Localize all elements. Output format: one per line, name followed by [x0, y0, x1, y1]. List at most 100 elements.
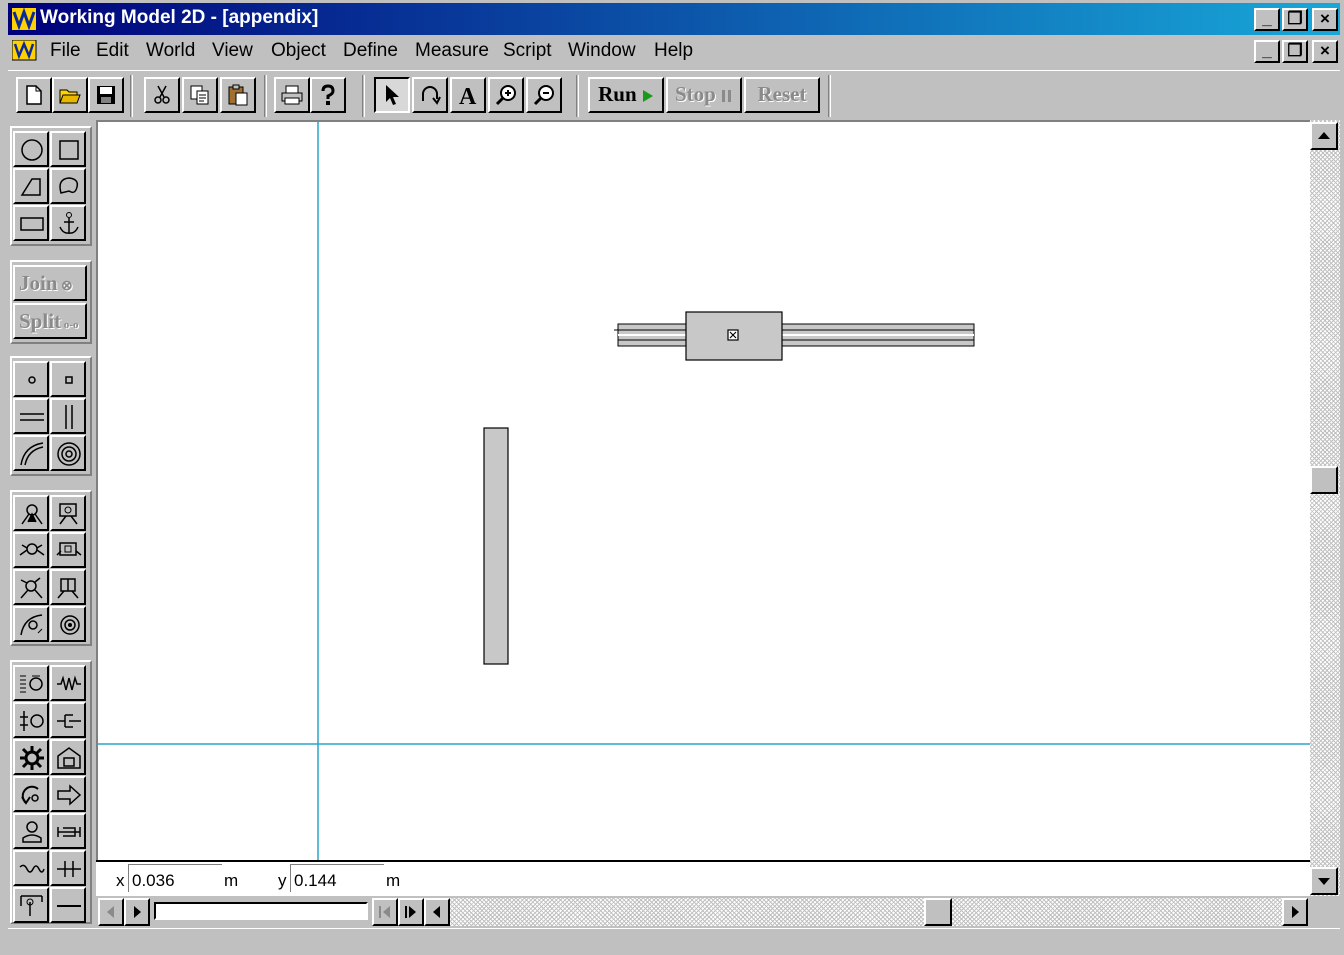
help-button[interactable] — [310, 77, 346, 113]
curved-body-tool[interactable] — [50, 168, 86, 204]
join-button[interactable]: Join ⊗ — [13, 265, 87, 301]
square-tool[interactable] — [50, 131, 86, 167]
arrow-left-icon — [433, 906, 440, 918]
spring-joint-tool[interactable] — [50, 606, 86, 642]
reset-button[interactable]: Reset — [744, 77, 820, 113]
pin-joint-tool[interactable] — [13, 495, 49, 531]
point-icon — [28, 376, 36, 384]
motor-icon — [22, 821, 42, 843]
close-button[interactable]: × — [1312, 8, 1338, 31]
toolbar: A Run Stop Reset — [8, 70, 1340, 120]
vertical-slot-tool[interactable] — [50, 398, 86, 434]
rotate-tool-button[interactable] — [412, 77, 448, 113]
horizontal-scroll-thumb[interactable] — [924, 898, 952, 926]
copy-button[interactable] — [182, 77, 218, 113]
slot-joint-tool[interactable] — [50, 495, 86, 531]
restore-button[interactable]: ❐ — [1282, 8, 1308, 31]
menu-view[interactable]: View — [212, 40, 253, 62]
point-tool[interactable] — [13, 361, 49, 397]
gear-tool[interactable] — [13, 739, 49, 775]
zoom-out-button[interactable] — [526, 77, 562, 113]
slider-block[interactable] — [685, 311, 783, 361]
print-button[interactable] — [274, 77, 310, 113]
doc-minimize-button[interactable]: _ — [1254, 40, 1280, 63]
minimize-button[interactable]: _ — [1254, 8, 1280, 31]
x-coord-field[interactable]: 0.036 — [128, 864, 222, 892]
vertical-scrollbar[interactable] — [1310, 120, 1340, 896]
menu-window[interactable]: Window — [568, 40, 636, 62]
meter-tool[interactable] — [13, 887, 49, 923]
y-coord-value: 0.144 — [294, 871, 337, 890]
doc-restore-button[interactable]: ❐ — [1282, 40, 1308, 63]
menu-object[interactable]: Object — [271, 40, 326, 62]
tape-back-button[interactable] — [98, 898, 124, 926]
tape-play-end-button[interactable] — [398, 898, 424, 926]
vertical-scroll-thumb[interactable] — [1310, 466, 1338, 494]
anchor-tool[interactable] — [50, 205, 86, 241]
rope-tool[interactable] — [13, 850, 49, 886]
join-icon: ⊗ — [57, 279, 73, 294]
rigid-joint-tool[interactable] — [13, 532, 49, 568]
paste-button[interactable] — [220, 77, 256, 113]
cut-icon — [154, 85, 170, 104]
polygon-tool[interactable] — [13, 168, 49, 204]
target-icon — [57, 442, 81, 466]
horizontal-slot-tool[interactable] — [13, 398, 49, 434]
curved-slot-joint-tool[interactable] — [13, 606, 49, 642]
rectangle-tool[interactable] — [13, 205, 49, 241]
menu-define[interactable]: Define — [343, 40, 398, 62]
text-tool-button[interactable]: A — [450, 77, 486, 113]
pointer-tool-button[interactable] — [374, 77, 410, 113]
run-label: Run — [598, 82, 637, 106]
square-point-tool[interactable] — [50, 361, 86, 397]
menu-world[interactable]: World — [146, 40, 195, 62]
slot-track[interactable] — [614, 323, 975, 347]
rod-tool[interactable] — [50, 887, 86, 923]
keyed-slot-tool[interactable] — [50, 435, 86, 471]
zoom-in-button[interactable] — [488, 77, 524, 113]
menu-help[interactable]: Help — [654, 40, 693, 62]
y-coord-field[interactable]: 0.144 — [290, 864, 384, 892]
cut-button[interactable] — [144, 77, 180, 113]
rod-spring-tool[interactable] — [13, 665, 49, 701]
damper-rope-tool[interactable] — [13, 702, 49, 738]
curved-slot-tool[interactable] — [13, 435, 49, 471]
keyed-joint-tool[interactable] — [50, 532, 86, 568]
torque-tool[interactable] — [13, 776, 49, 812]
rigid-joint-icon — [19, 543, 45, 556]
damper-tool[interactable] — [50, 702, 86, 738]
split-button[interactable]: Split o-o — [13, 303, 87, 339]
force-tool[interactable] — [50, 776, 86, 812]
save-button[interactable] — [88, 77, 124, 113]
separator-tool[interactable] — [50, 850, 86, 886]
circle-tool[interactable] — [13, 131, 49, 167]
menu-edit[interactable]: Edit — [96, 40, 129, 62]
rotational-joint-tool[interactable] — [13, 569, 49, 605]
tape-rewind-button[interactable] — [372, 898, 398, 926]
step-back-icon — [107, 906, 114, 918]
vertical-rod-body[interactable] — [483, 427, 509, 665]
scroll-down-button[interactable] — [1310, 867, 1338, 895]
pulley-tool[interactable] — [50, 739, 86, 775]
workspace-canvas[interactable] — [96, 120, 1310, 860]
menu-script[interactable]: Script — [503, 40, 552, 62]
new-button[interactable] — [16, 77, 52, 113]
run-button[interactable]: Run — [588, 77, 664, 113]
translational-joint-tool[interactable] — [50, 569, 86, 605]
horizontal-scroll-track[interactable] — [450, 898, 1282, 926]
hscroll-right-button[interactable] — [1282, 898, 1308, 926]
x-unit-label: m — [224, 871, 239, 890]
motor-tool[interactable] — [13, 813, 49, 849]
tape-progress[interactable] — [154, 902, 368, 920]
hscroll-left-button[interactable] — [424, 898, 450, 926]
document-icon[interactable] — [11, 39, 38, 62]
menu-file[interactable]: File — [50, 40, 81, 62]
stop-button[interactable]: Stop — [666, 77, 742, 113]
tape-forward-button[interactable] — [124, 898, 150, 926]
doc-close-button[interactable]: × — [1312, 40, 1338, 63]
scroll-up-button[interactable] — [1310, 122, 1338, 150]
open-button[interactable] — [52, 77, 88, 113]
menu-measure[interactable]: Measure — [415, 40, 489, 62]
actuator-tool[interactable] — [50, 813, 86, 849]
spring-tool[interactable] — [50, 665, 86, 701]
